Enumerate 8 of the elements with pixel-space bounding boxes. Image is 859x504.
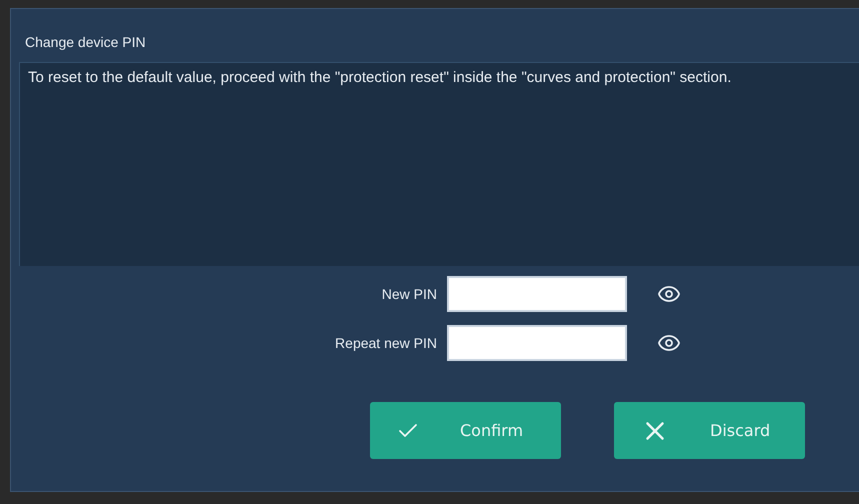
pin-field[interactable] <box>447 276 627 312</box>
discard-button[interactable]: Discard <box>614 402 805 459</box>
pin-field[interactable] <box>447 325 627 361</box>
field-label: Repeat new PIN <box>335 335 437 351</box>
message-text: To reset to the default value, proceed with the "protection reset" inside the "curves and protection" section. <box>19 62 859 266</box>
field-label: New PIN <box>382 286 437 302</box>
window-title: Change device PIN <box>24 33 147 52</box>
confirm-button[interactable]: Confirm <box>370 402 561 459</box>
